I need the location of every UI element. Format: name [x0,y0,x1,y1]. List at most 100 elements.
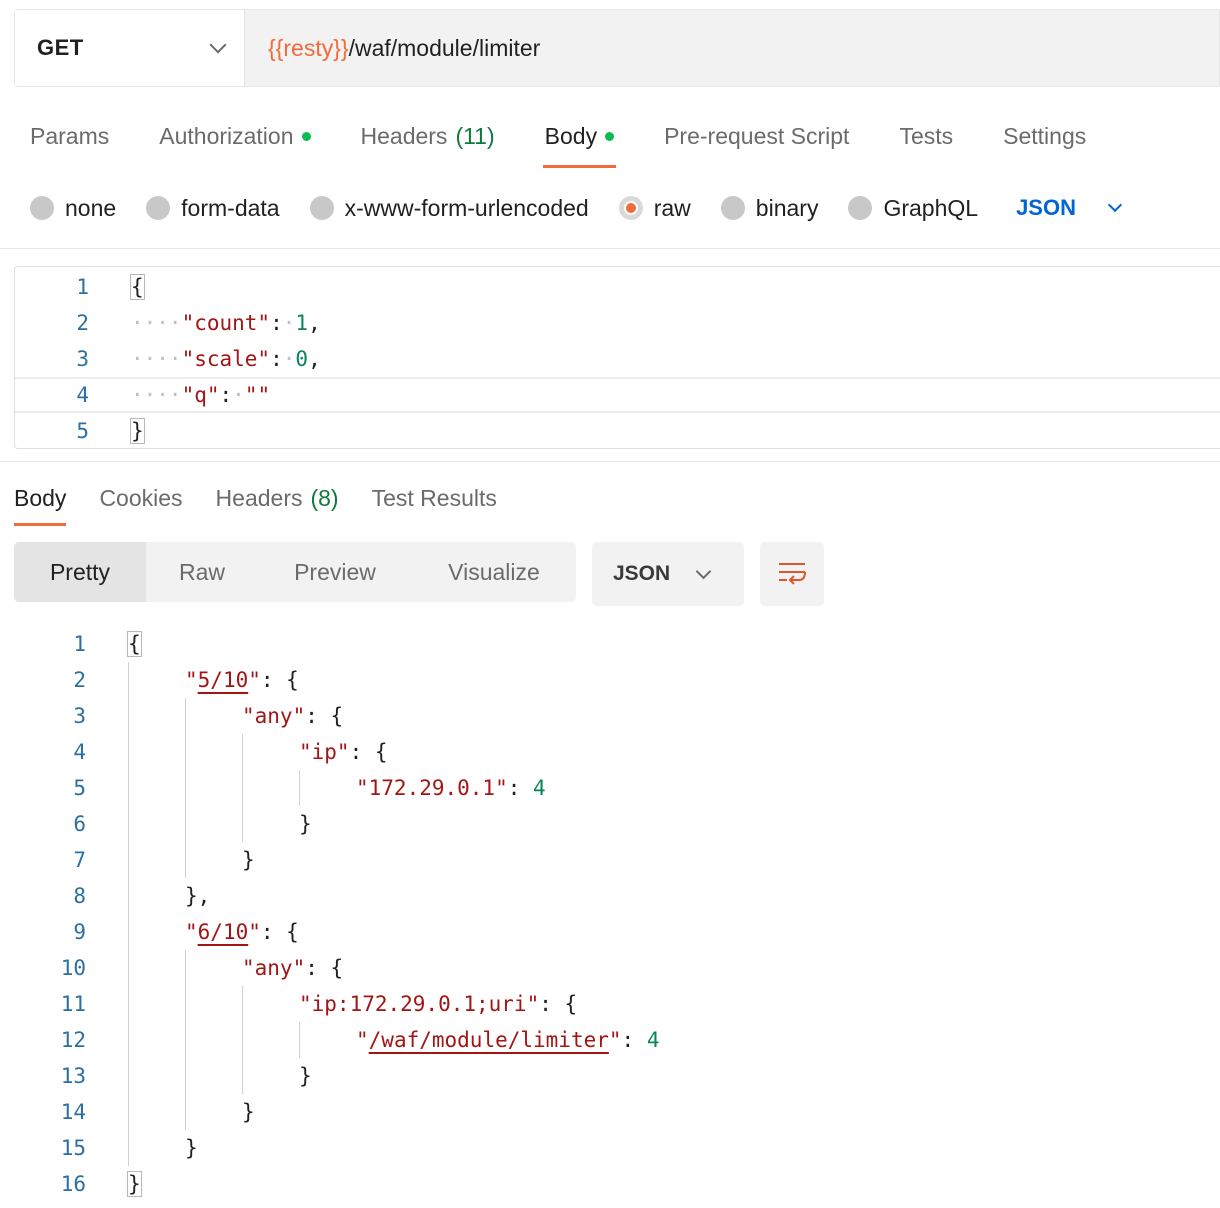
quote: " [248,920,261,944]
body-type-radios: none form-data x-www-form-urlencoded raw… [30,186,1123,230]
format-label: JSON [613,562,671,585]
method-select[interactable]: GET [15,10,245,86]
line-number: 10 [60,956,86,980]
code-line: 12 "/waf/module/limiter": 4 [0,1022,1220,1058]
radio-label: GraphQL [883,194,979,221]
chevron-down-icon [1107,197,1123,213]
tab-label: Pre-request Script [664,122,850,149]
code-line: 3 ····"scale":·0, [15,341,1220,377]
line-number: 3 [73,704,86,728]
radio-raw[interactable]: raw [618,194,691,222]
tab-pre-request-script[interactable]: Pre-request Script [648,104,865,168]
quote: " [185,668,198,692]
tab-params[interactable]: Params [14,104,125,168]
headers-count: (8) [310,484,339,511]
url-path: /waf/module/limiter [348,34,541,61]
code-line: 4 "ip": { [0,734,1220,770]
raw-button[interactable]: Raw [146,542,258,602]
radio-icon [146,196,171,220]
radio-graphql[interactable]: GraphQL [848,195,978,222]
tab-label: Cookies [99,484,183,511]
radio-label: raw [653,194,691,221]
tab-response-body[interactable]: Body [14,470,67,526]
tab-settings[interactable]: Settings [987,104,1102,168]
json-number: 4 [533,776,546,800]
tab-cookies[interactable]: Cookies [99,470,182,526]
line-number: 12 [60,1028,86,1052]
status-dot-icon [605,131,615,141]
tab-label: Body [544,122,598,149]
code-line: 1 { [15,269,1220,305]
wrap-lines-button[interactable] [760,542,824,606]
json-number: 0 [295,347,309,371]
headers-count: (11) [455,122,495,149]
preview-button[interactable]: Preview [258,542,412,602]
radio-form-data[interactable]: form-data [146,194,280,222]
code-line: 15 } [0,1130,1220,1166]
line-number: 11 [60,992,86,1016]
language-select[interactable]: JSON [1016,195,1123,221]
radio-none[interactable]: none [30,195,116,222]
brace: { [127,631,142,657]
line-number: 7 [73,848,86,872]
json-key: 6/10 [197,920,249,944]
tab-tests[interactable]: Tests [883,104,969,168]
quote: " [248,668,261,692]
request-body-editor[interactable]: 1 { 2 ····"count":·1, 3 ····"scale":·0, … [14,266,1220,449]
line-number: 1 [73,632,86,656]
response-body-viewer[interactable]: 1 { 2 "5/10": { 3 "any": { 4 "ip": { 5 "… [0,626,1220,1208]
line-number: 5 [73,776,86,800]
tab-label: Headers [360,122,448,149]
tab-response-headers[interactable]: Headers (8) [216,470,339,526]
line-number: 3 [76,347,89,371]
radio-selected-icon [618,196,643,220]
line-number: 9 [73,920,86,944]
radio-binary[interactable]: binary [720,194,819,222]
line-number: 16 [60,1172,86,1196]
line-number: 2 [76,311,89,335]
code-line: 1 { [0,626,1220,662]
brace: } [130,418,145,444]
code-line: 2 ····"count":·1, [15,305,1220,341]
pretty-button[interactable]: Pretty [14,542,146,602]
code-line: 14 } [0,1094,1220,1130]
code-line: 3 "any": { [0,698,1220,734]
radio-label: binary [755,194,819,221]
divider [0,248,1220,249]
brace: } [127,1171,142,1197]
radio-label: form-data [181,194,280,221]
radio-urlencoded[interactable]: x-www-form-urlencoded [309,195,589,222]
line-number: 2 [73,668,86,692]
json-number: 4 [646,1028,660,1052]
json-key: "any" [242,956,306,980]
tab-label: Headers [215,484,303,511]
tab-authorization[interactable]: Authorization [143,104,326,168]
radio-icon [720,196,745,220]
line-number: 13 [60,1064,86,1088]
brace: { [130,274,145,300]
radio-icon [309,196,334,220]
line-number: 1 [76,275,89,299]
json-string: "" [244,383,271,407]
radio-icon [30,196,54,220]
code-line: 5 "172.29.0.1": 4 [0,770,1220,806]
quote: " [356,1028,369,1052]
format-select[interactable]: JSON [592,542,744,606]
code-line: 10 "any": { [0,950,1220,986]
json-key: 5/10 [197,668,249,692]
tab-test-results[interactable]: Test Results [372,470,497,526]
tab-label: Params [30,122,110,149]
visualize-button[interactable]: Visualize [412,542,576,602]
status-dot-icon [301,131,311,141]
tab-label: Settings [1003,122,1087,149]
json-number: 1 [295,311,309,335]
tab-headers[interactable]: Headers (11) [345,104,511,168]
radio-icon [848,196,873,220]
line-number: 15 [60,1136,86,1160]
tab-body[interactable]: Body [529,104,630,168]
view-mode-toggle: Pretty Raw Preview Visualize [14,542,576,602]
code-line: 8 }, [0,878,1220,914]
url-input[interactable]: {{resty}}/waf/module/limiter [245,10,1219,86]
json-key: "q" [181,383,220,407]
line-number: 6 [73,812,86,836]
